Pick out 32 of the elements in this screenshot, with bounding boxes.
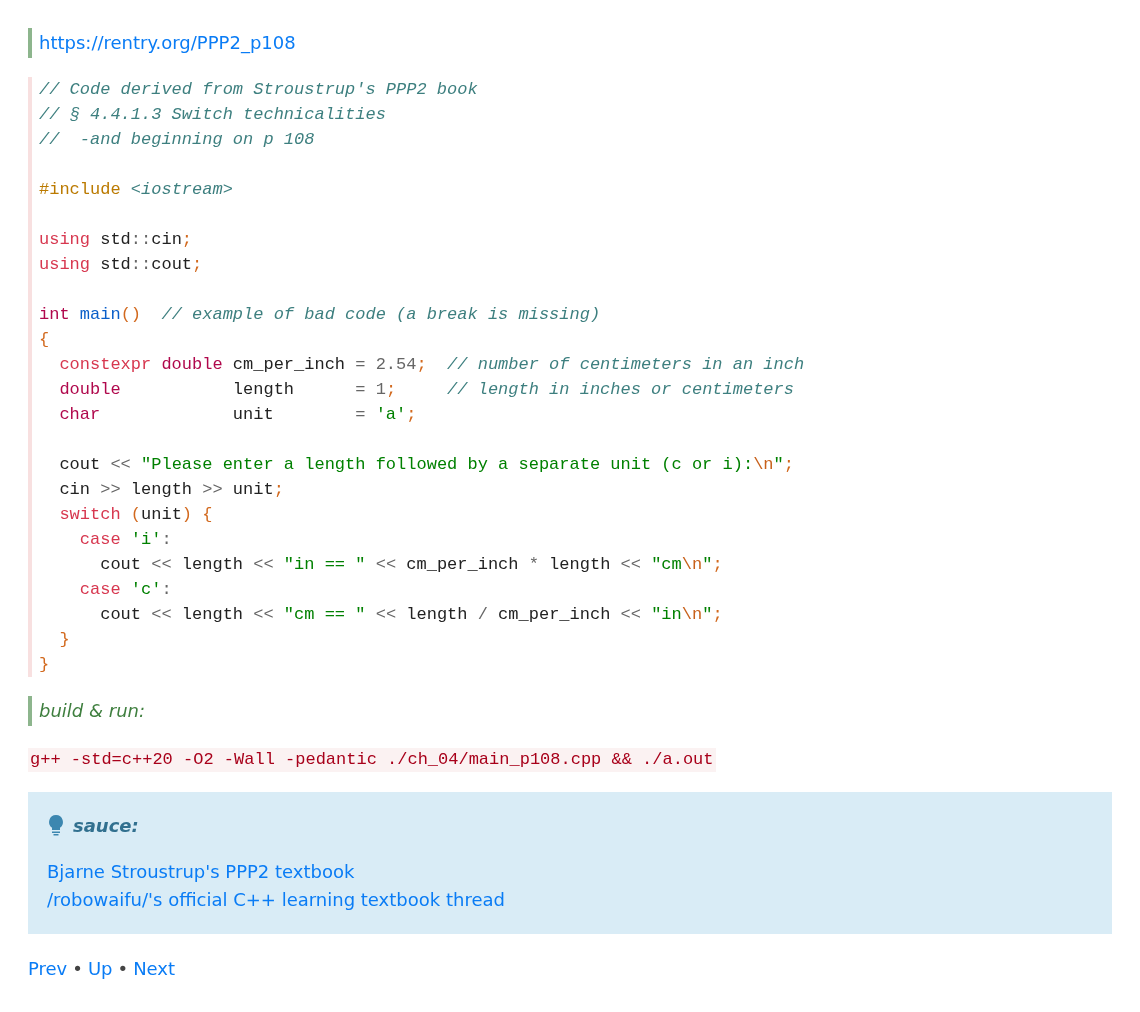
nav-link[interactable]: Up [87, 958, 113, 979]
code-line: int main() // example of bad code (a break is missing) [39, 304, 601, 326]
code-line: constexpr double cm_per_inch = 2.54; // number of centimeters in an inch [58, 354, 805, 376]
code-line: // -and beginning on p 108 [39, 129, 315, 151]
code-line: cin >> length >> unit; [58, 479, 284, 501]
code-line: cout << length << "in == " << cm_per_inch * length << "cm\n"; [99, 554, 723, 576]
code-line: #include <iostream> [39, 179, 233, 201]
lightbulb-icon [47, 814, 65, 836]
code-line: // Code derived from Stroustrup's PPP2 book [39, 79, 478, 101]
command-snippet: g++ -std=c++20 -O2 -Wall -pedantic ./ch_04/main_p108.cpp && ./a.out [28, 748, 716, 772]
reference-link[interactable]: /robowaifu/'s official C++ learning textbook thread [47, 886, 505, 914]
nav-link[interactable]: Next [133, 958, 176, 979]
code-line: } [39, 654, 50, 676]
code-line: { [39, 329, 50, 351]
code-line: cout << length << "cm == " << length / cm_per_inch << "in\n"; [99, 604, 723, 626]
nav-link[interactable]: Prev [28, 958, 68, 979]
code-line: using std::cout; [39, 254, 203, 276]
code-line: } [58, 629, 70, 651]
code-line: case 'c': [78, 579, 172, 601]
code-line: case 'i': [78, 529, 172, 551]
separator: • [72, 958, 83, 979]
code-line: switch (unit) { [58, 504, 213, 526]
separator: • [117, 958, 129, 979]
build-note: build & run: [39, 700, 146, 721]
code-line: char unit = 'a'; [58, 404, 417, 426]
reference-link[interactable]: Bjarne Stroustrup's PPP2 textbook [47, 858, 355, 886]
code-line: using std::cin; [39, 229, 193, 251]
code-line: // § 4.4.1.3 Switch technicalities [39, 104, 386, 126]
code-line: double length = 1; // length in inches or centimeters [58, 379, 794, 401]
source-link[interactable]: https://rentry.org/PPP2_p108 [39, 32, 296, 53]
code-line: cout << "Please enter a length followed by a separate unit (c or i):\n"; [58, 454, 794, 476]
note-title: sauce: [73, 814, 139, 836]
